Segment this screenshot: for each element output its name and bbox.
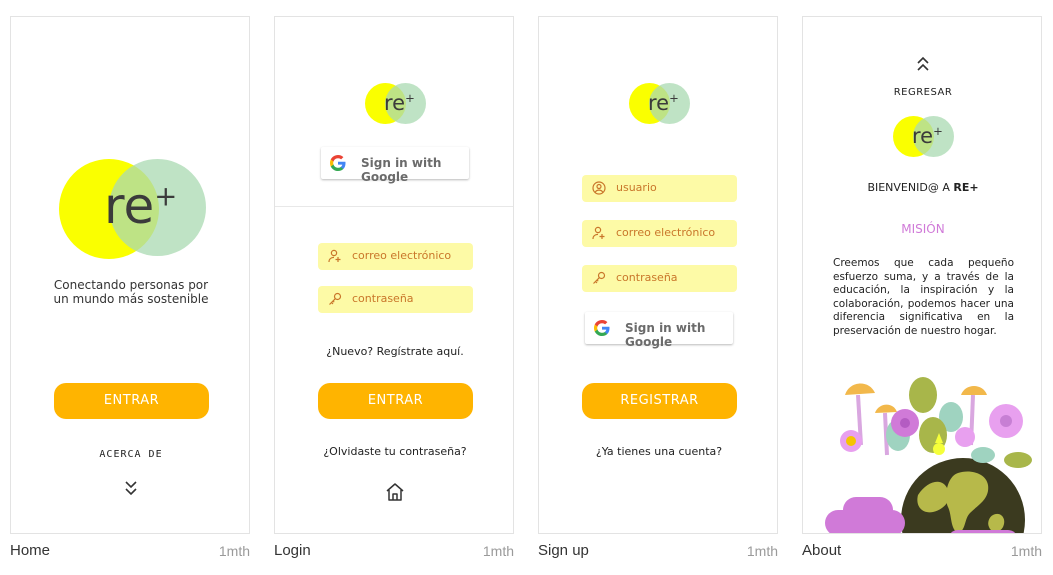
home-screen: re+ Conectando personas por un mundo más…: [10, 16, 250, 534]
login-screen: re+ Sign in with Google correo electróni…: [274, 16, 514, 534]
register-button[interactable]: REGISTRAR: [582, 383, 737, 419]
google-signin-label: Sign in with Google: [361, 156, 442, 184]
app-logo: re+: [59, 159, 209, 259]
screen-time: 1mth: [746, 543, 778, 559]
register-link[interactable]: ¿Nuevo? Regístrate aquí.: [275, 345, 513, 358]
home-tagline: Conectando personas por un mundo más sos…: [53, 278, 209, 306]
forgot-password-link[interactable]: ¿Olvidaste tu contraseña?: [275, 445, 513, 458]
screen-time: 1mth: [482, 543, 514, 559]
home-icon[interactable]: [385, 482, 405, 502]
username-field[interactable]: usuario: [582, 175, 737, 202]
google-signin-button[interactable]: Sign in with Google: [321, 147, 469, 184]
app-logo: re+: [365, 83, 427, 125]
mission-text: Creemos que cada pequeño esfuerzo suma, …: [833, 257, 1014, 337]
signup-screen: re+ usuario correo electrónico contraseñ…: [538, 16, 778, 534]
chevron-double-down-icon[interactable]: [123, 479, 139, 497]
have-account-link[interactable]: ¿Ya tienes una cuenta?: [539, 445, 777, 458]
email-field[interactable]: correo electrónico: [318, 243, 473, 270]
google-signin-label: Sign in with Google: [625, 321, 706, 349]
key-icon: [329, 292, 342, 305]
about-screen: REGRESAR re+ BIENVENID@ A RE+ MISIÓN Cre…: [802, 16, 1042, 534]
screen-caption: About: [802, 542, 842, 559]
earth-illustration: [823, 365, 1041, 533]
app-logo: re+: [893, 116, 955, 158]
email-field[interactable]: correo electrónico: [582, 220, 737, 247]
screen-time: 1mth: [1010, 543, 1042, 559]
screen-caption: Home: [10, 542, 51, 559]
google-icon: [330, 155, 346, 171]
password-field[interactable]: contraseña: [318, 286, 473, 313]
divider: [275, 206, 513, 207]
app-logo: re+: [629, 83, 691, 125]
screen-caption: Login: [274, 542, 311, 559]
google-signin-button[interactable]: Sign in with Google: [585, 312, 733, 349]
chevron-double-up-icon[interactable]: [915, 55, 931, 73]
enter-button[interactable]: ENTRAR: [54, 383, 209, 419]
user-circle-icon: [592, 181, 606, 195]
add-user-icon: [592, 226, 605, 240]
add-user-icon: [328, 249, 341, 263]
password-field[interactable]: contraseña: [582, 265, 737, 292]
screen-time: 1mth: [218, 543, 250, 559]
about-link[interactable]: ACERCA DE: [11, 449, 249, 460]
screen-caption: Sign up: [538, 542, 589, 559]
back-link[interactable]: REGRESAR: [803, 87, 1041, 98]
google-icon: [594, 320, 610, 336]
mission-title: MISIÓN: [901, 222, 945, 236]
enter-button[interactable]: ENTRAR: [318, 383, 473, 419]
key-icon: [593, 271, 606, 284]
welcome-heading: BIENVENID@ A RE+: [867, 181, 979, 194]
